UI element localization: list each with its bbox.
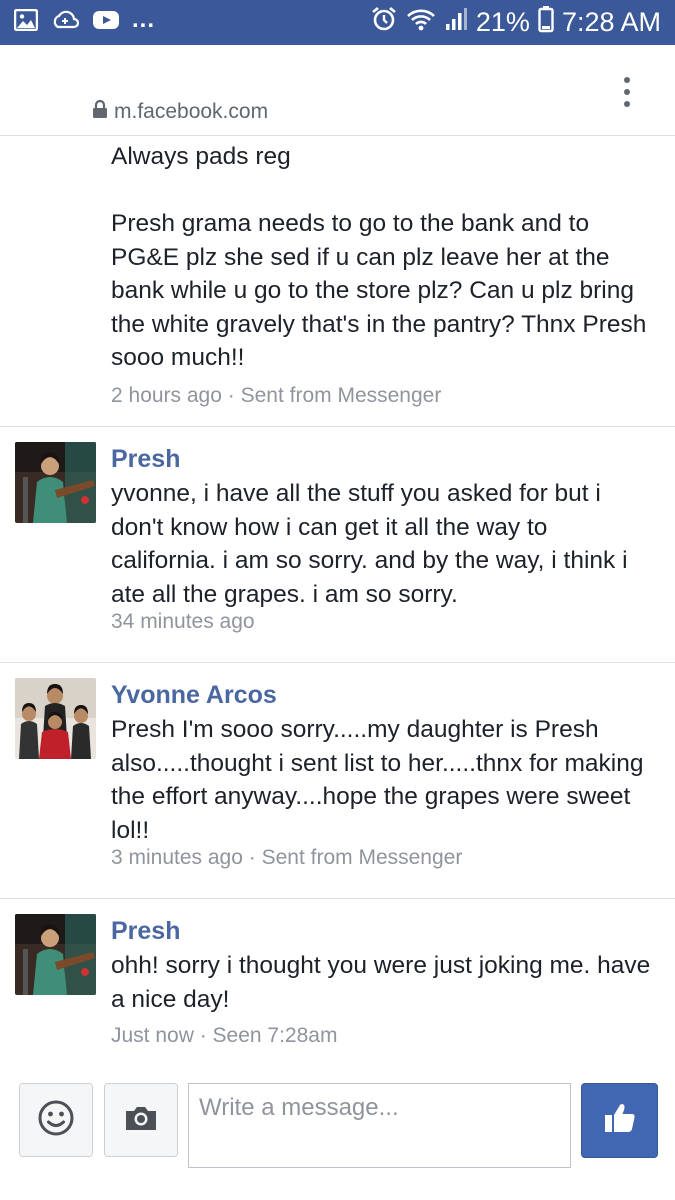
message-meta: Just now · Seen 7:28am — [111, 1024, 338, 1047]
browser-address-bar: m.facebook.com — [0, 45, 675, 136]
battery-icon — [538, 5, 554, 40]
overflow-menu-icon[interactable] — [617, 75, 637, 111]
message-meta: 3 minutes ago · Sent from Messenger — [111, 846, 463, 869]
status-bar-system: 21% 7:28 AM — [370, 5, 661, 40]
message-item: Presh ohh! sorry i thought you were just… — [0, 899, 675, 1069]
message-composer — [0, 1070, 675, 1200]
avatar[interactable] — [15, 914, 96, 995]
url-display[interactable]: m.facebook.com — [92, 99, 268, 125]
message-item: Yvonne Arcos Presh I'm sooo sorry.....my… — [0, 663, 675, 899]
message-body: Always pads reg Presh grama needs to go … — [111, 143, 647, 371]
gallery-icon — [13, 8, 39, 36]
message-body: ohh! sorry i thought you were just jokin… — [111, 952, 651, 1013]
sender-name[interactable]: Presh — [111, 917, 180, 946]
camera-button[interactable] — [104, 1083, 178, 1157]
clock: 7:28 AM — [561, 7, 661, 37]
message-meta: 34 minutes ago — [111, 610, 255, 633]
battery-percent: 21% — [475, 7, 530, 37]
avatar[interactable] — [15, 678, 96, 759]
message-body: Presh I'm sooo sorry.....my daughter is … — [111, 716, 644, 844]
emoji-button[interactable] — [19, 1083, 93, 1157]
message-input[interactable] — [188, 1083, 571, 1168]
wifi-icon — [406, 7, 436, 38]
message-meta: 2 hours ago · Sent from Messenger — [111, 384, 442, 407]
camera-icon — [124, 1104, 158, 1137]
signal-icon — [444, 7, 468, 38]
status-bar-notifications: ... — [13, 5, 156, 36]
like-button[interactable] — [581, 1083, 658, 1158]
sender-name[interactable]: Yvonne Arcos — [111, 681, 277, 710]
status-bar: ... 21% 7:28 AM — [0, 0, 675, 45]
emoji-icon — [37, 1099, 75, 1142]
youtube-icon — [92, 9, 120, 36]
message-body: yvonne, i have all the stuff you asked f… — [111, 480, 628, 608]
message-item: Always pads reg Presh grama needs to go … — [0, 136, 675, 427]
avatar[interactable] — [15, 442, 96, 523]
url-text: m.facebook.com — [114, 100, 269, 123]
more-notifications-indicator: ... — [132, 5, 156, 33]
message-item: Presh yvonne, i have all the stuff you a… — [0, 427, 675, 663]
thumbs-up-icon — [603, 1101, 637, 1140]
lock-icon — [92, 99, 108, 125]
sender-name[interactable]: Presh — [111, 445, 180, 474]
cloud-sync-icon — [50, 9, 80, 36]
alarm-icon — [370, 5, 398, 40]
